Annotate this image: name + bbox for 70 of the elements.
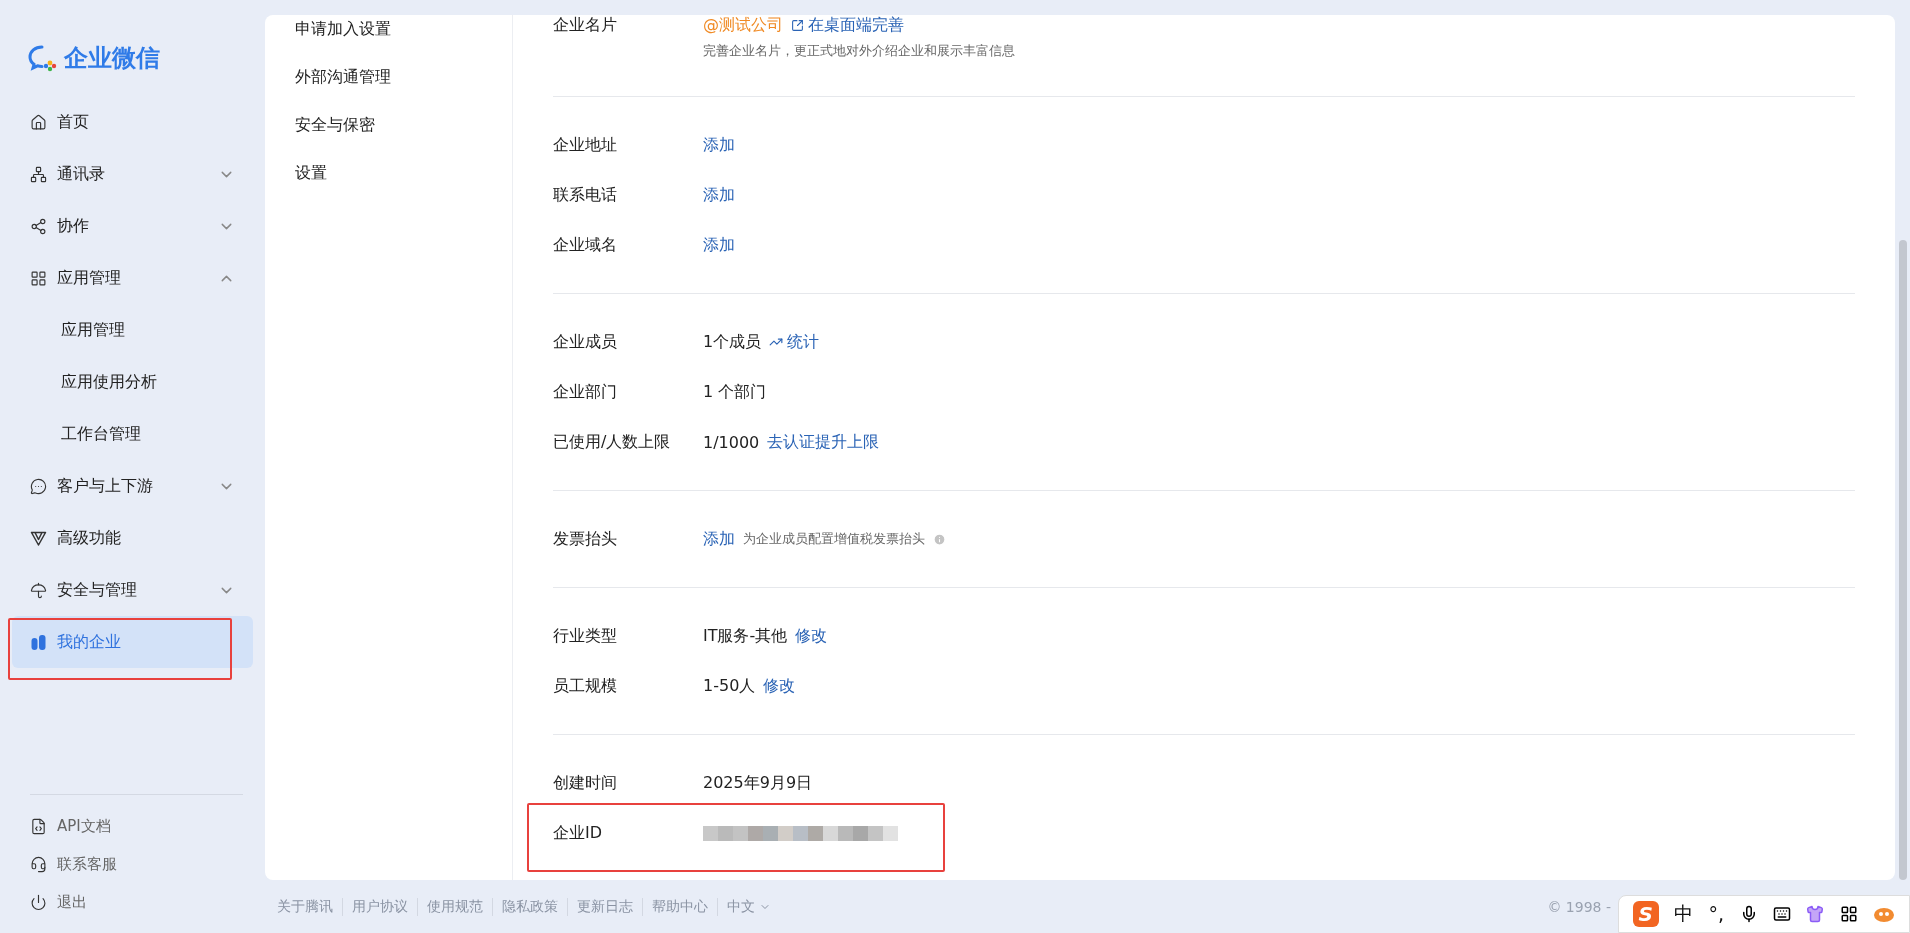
punctuation-toggle[interactable]: °, <box>1708 903 1725 925</box>
action-link[interactable]: 添加 <box>703 234 735 256</box>
settings-nav-item[interactable]: 设置 <box>295 149 512 197</box>
document-icon <box>30 817 47 835</box>
settings-nav-item[interactable]: 申请加入设置 <box>295 15 512 53</box>
mascot-icon[interactable] <box>1873 905 1896 923</box>
app-logo-text: 企业微信 <box>64 43 160 74</box>
ime-mode[interactable]: 中 <box>1674 901 1694 927</box>
sidebar-footer-item[interactable]: 联系客服 <box>12 845 253 883</box>
desktop-link[interactable]: 在桌面端完善 <box>791 15 904 36</box>
company-name: @测试公司 <box>703 15 783 36</box>
sidebar-item[interactable]: 首页 <box>12 96 253 148</box>
logo-icon <box>28 44 58 72</box>
sidebar-item[interactable]: 我的企业 <box>12 616 253 668</box>
sidebar-item[interactable]: 高级功能 <box>12 512 253 564</box>
building-icon <box>30 633 47 651</box>
copyright-text: © 1998 - <box>1547 898 1611 915</box>
field-label: 员工规模 <box>553 675 618 697</box>
v-shape-icon <box>30 529 47 547</box>
grid-icon[interactable] <box>1839 905 1858 923</box>
sidebar-item[interactable]: 应用管理 <box>12 252 253 304</box>
field-value: 2025年9月9日 <box>703 772 813 794</box>
action-link[interactable]: 去认证提升上限 <box>767 431 880 453</box>
note-text: 为企业成员配置增值税发票抬头 <box>743 530 925 548</box>
sidebar-item[interactable]: 协作 <box>12 200 253 252</box>
hint-text: 完善企业名片，更正式地对外介绍企业和展示丰富信息 <box>703 42 1015 60</box>
field-label: 企业域名 <box>553 234 618 256</box>
field-label: 创建时间 <box>553 772 618 794</box>
sidebar-item[interactable]: 安全与管理 <box>12 564 253 616</box>
field-label: 发票抬头 <box>553 528 618 550</box>
chat-bubble-icon <box>30 477 47 495</box>
org-chart-icon <box>30 165 47 183</box>
field-label: 行业类型 <box>553 625 618 647</box>
field-label: 企业成员 <box>553 331 618 353</box>
sidebar-subitem[interactable]: 应用管理 <box>12 304 253 356</box>
field-label: 企业ID <box>553 822 604 844</box>
sidebar-subitem[interactable]: 工作台管理 <box>12 408 253 460</box>
shirt-icon[interactable] <box>1806 905 1825 923</box>
settings-nav-item[interactable]: 安全与保密 <box>295 101 512 149</box>
field-label: 企业名片 <box>553 15 618 36</box>
sidebar-item[interactable]: 通讯录 <box>12 148 253 200</box>
headset-icon <box>30 855 47 873</box>
share-icon <box>30 217 47 235</box>
action-link[interactable]: 添加 <box>703 528 735 550</box>
keyboard-icon[interactable] <box>1772 905 1791 923</box>
scrollbar-thumb[interactable] <box>1899 240 1907 880</box>
sidebar-subitem[interactable]: 应用使用分析 <box>12 356 253 408</box>
sidebar-footer-item[interactable]: 退出 <box>12 883 253 921</box>
field-value: 1/1000 <box>703 432 760 452</box>
action-link[interactable]: 添加 <box>703 184 735 206</box>
external-link-icon <box>791 19 804 32</box>
stats-link[interactable]: 统计 <box>769 331 820 353</box>
power-icon <box>30 893 47 911</box>
field-label: 联系电话 <box>553 184 618 206</box>
settings-nav-item[interactable]: 外部沟通管理 <box>295 53 512 101</box>
field-value: IT服务-其他 <box>703 625 788 647</box>
grid-icon <box>30 269 47 287</box>
umbrella-icon <box>30 581 47 599</box>
action-link[interactable]: 修改 <box>763 675 796 697</box>
action-link[interactable]: 添加 <box>703 134 735 156</box>
action-link[interactable]: 修改 <box>795 625 828 647</box>
field-value: 1 个部门 <box>703 381 767 403</box>
field-label: 已使用/人数上限 <box>553 431 672 453</box>
field-label: 企业地址 <box>553 134 618 156</box>
sidebar-footer-item[interactable]: API文档 <box>12 807 253 845</box>
sidebar-item[interactable]: 客户与上下游 <box>12 460 253 512</box>
field-label: 企业部门 <box>553 381 618 403</box>
home-icon <box>30 113 47 131</box>
field-value: 1个成员 <box>703 331 762 353</box>
field-value: 1-50人 <box>703 675 756 697</box>
